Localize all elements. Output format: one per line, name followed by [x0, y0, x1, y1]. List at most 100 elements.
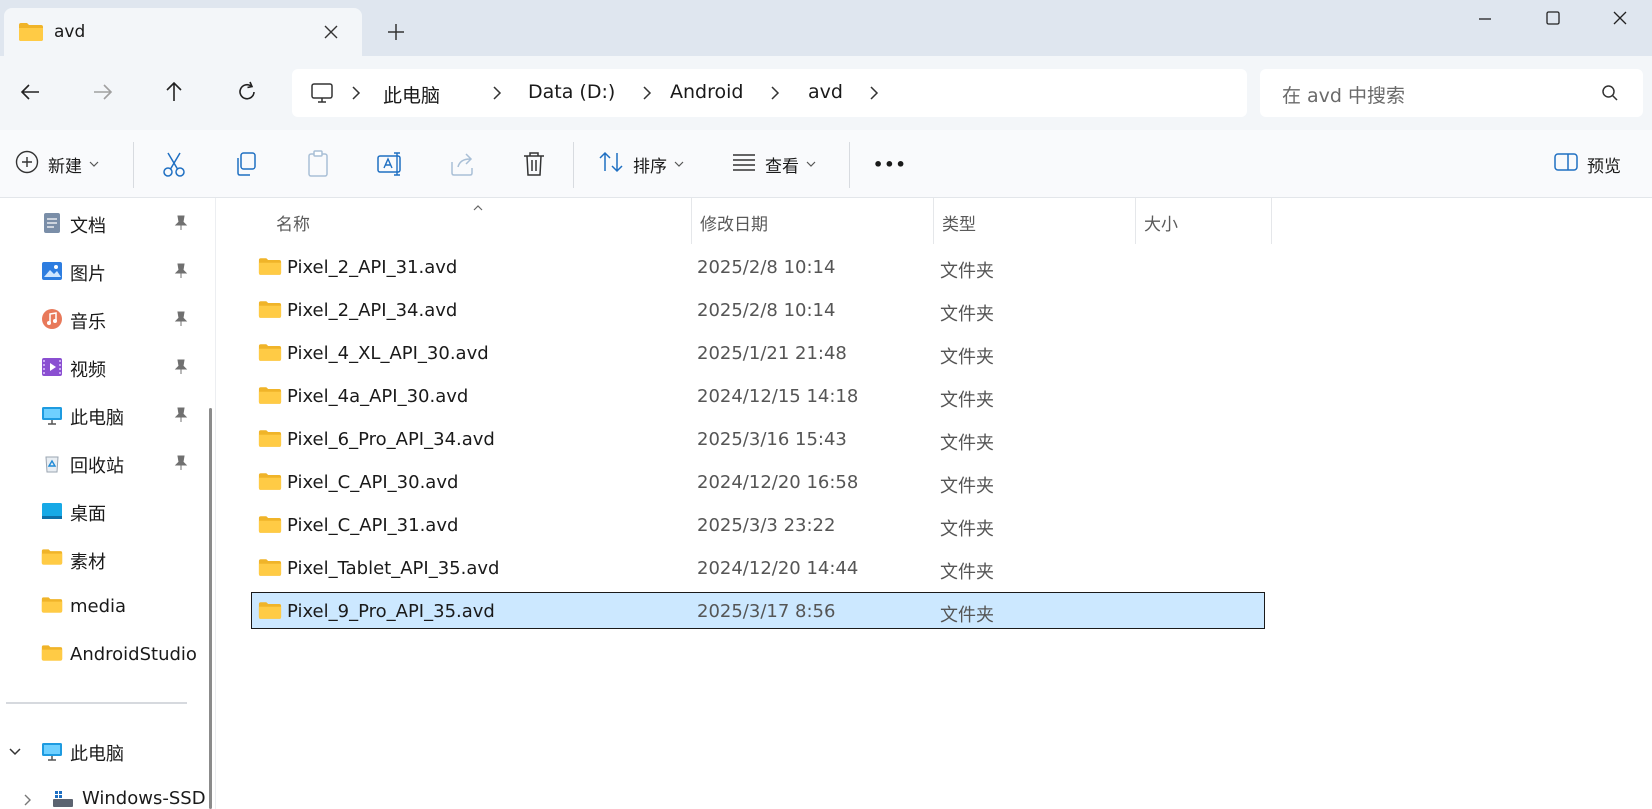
delete-icon[interactable] [518, 148, 550, 180]
search-input[interactable]: 在 avd 中搜索 [1282, 81, 1405, 108]
chevron-down-icon[interactable] [8, 744, 22, 763]
file-modified-date: 2025/2/8 10:14 [697, 300, 836, 321]
file-row[interactable]: Pixel_2_API_34.avd 2025/2/8 10:14 文件夹 [251, 291, 1265, 328]
new-tab-icon[interactable] [384, 20, 408, 44]
preview-button[interactable]: 预览 [1553, 144, 1621, 184]
pictures-icon [41, 260, 63, 282]
column-header-name[interactable]: 名称 [268, 198, 692, 244]
more-options-button[interactable]: ••• [873, 144, 907, 184]
file-row[interactable]: Pixel_C_API_31.avd 2025/3/3 23:22 文件夹 [251, 506, 1265, 543]
sidebar-item-sucai[interactable]: 素材 [0, 539, 200, 579]
paste-icon[interactable] [302, 148, 334, 180]
pin-icon[interactable] [174, 263, 188, 283]
search-box[interactable]: 在 avd 中搜索 [1260, 69, 1643, 117]
pin-icon[interactable] [174, 215, 188, 235]
navigation-pane: 文档 图片 音乐 视频 此电脑 回收站 桌面 素材 media AndroidS… [0, 198, 216, 809]
file-type: 文件夹 [940, 476, 994, 497]
sidebar-item-androidstudio[interactable]: AndroidStudio [0, 635, 200, 675]
sidebar-item-pictures[interactable]: 图片 [0, 251, 200, 291]
column-header-size[interactable]: 大小 [1136, 198, 1272, 244]
minimize-icon[interactable] [1462, 6, 1508, 40]
sidebar-item-documents[interactable]: 文档 [0, 203, 200, 243]
chevron-down-icon [673, 155, 685, 174]
new-button[interactable]: 新建 [14, 144, 100, 184]
chevron-right-icon[interactable] [487, 83, 507, 103]
file-row[interactable]: Pixel_Tablet_API_35.avd 2024/12/20 14:44 文… [251, 549, 1265, 586]
file-name: Pixel_C_API_31.avd [287, 515, 459, 536]
breadcrumb-avd[interactable]: avd [808, 81, 843, 103]
pin-icon[interactable] [174, 407, 188, 427]
view-button[interactable]: 查看 [731, 144, 817, 184]
new-label: 新建 [48, 156, 82, 177]
tree-item-windows-ssd[interactable]: Windows-SSD [0, 779, 206, 809]
close-window-icon[interactable] [1597, 6, 1643, 40]
cut-icon[interactable] [158, 148, 190, 180]
file-type: 文件夹 [940, 304, 994, 325]
chevron-right-icon[interactable] [346, 83, 366, 103]
file-row[interactable]: Pixel_2_API_31.avd 2025/2/8 10:14 文件夹 [251, 248, 1265, 285]
sidebar-item-media[interactable]: media [0, 587, 200, 627]
file-list: 名称 修改日期 类型 大小 Pixel_2_API_31.avd 2025/2/8… [216, 198, 1652, 809]
folder-icon [258, 558, 282, 581]
file-name: Pixel_4_XL_API_30.avd [287, 343, 489, 364]
pin-icon[interactable] [174, 455, 188, 475]
sidebar-scrollbar-thumb[interactable] [209, 408, 212, 809]
sidebar-item-music[interactable]: 音乐 [0, 299, 200, 339]
column-header-date[interactable]: 修改日期 [692, 198, 934, 244]
recycle-bin-icon [41, 452, 63, 474]
maximize-icon[interactable] [1530, 6, 1576, 40]
sidebar-item-this-pc[interactable]: 此电脑 [0, 395, 200, 435]
up-arrow-icon[interactable] [156, 74, 192, 110]
breadcrumb-data-drive[interactable]: Data (D:) [528, 81, 615, 103]
file-row[interactable]: Pixel_C_API_30.avd 2024/12/20 16:58 文件夹 [251, 463, 1265, 500]
folder-icon [258, 343, 282, 366]
refresh-icon[interactable] [229, 74, 265, 110]
back-arrow-icon[interactable] [13, 74, 49, 110]
file-row[interactable]: Pixel_6_Pro_API_34.avd 2025/3/16 15:43 文件夹 [251, 420, 1265, 457]
file-modified-date: 2025/2/8 10:14 [697, 257, 836, 278]
column-header-label: 类型 [942, 215, 976, 235]
file-row[interactable]: Pixel_9_Pro_API_35.avd 2025/3/17 8:56 文件夹 [251, 592, 1265, 629]
chevron-down-icon [88, 155, 100, 174]
file-type: 文件夹 [940, 433, 994, 454]
file-name: Pixel_4a_API_30.avd [287, 386, 469, 407]
sidebar-item-desktop[interactable]: 桌面 [0, 491, 200, 531]
tree-item-this-pc[interactable]: 此电脑 [0, 731, 200, 771]
folder-icon [258, 386, 282, 409]
copy-icon[interactable] [230, 148, 262, 180]
close-tab-icon[interactable] [320, 21, 342, 43]
search-icon[interactable] [1600, 83, 1620, 107]
view-list-icon [731, 151, 757, 177]
monitor-icon[interactable] [310, 81, 334, 109]
file-modified-date: 2025/3/16 15:43 [697, 429, 847, 450]
pin-icon[interactable] [174, 311, 188, 331]
divider [849, 142, 850, 188]
breadcrumb-android[interactable]: Android [670, 81, 743, 103]
folder-icon [41, 644, 63, 666]
forward-arrow-icon[interactable] [84, 74, 120, 110]
chevron-right-icon[interactable] [20, 792, 34, 809]
divider [133, 142, 134, 188]
tab-avd[interactable]: avd [4, 8, 362, 56]
sidebar-item-videos[interactable]: 视频 [0, 347, 200, 387]
chevron-right-icon[interactable] [637, 83, 657, 103]
preview-pane-icon [1553, 151, 1579, 177]
file-name: Pixel_2_API_34.avd [287, 300, 458, 321]
sort-icon [597, 149, 625, 179]
sidebar-item-recycle-bin[interactable]: 回收站 [0, 443, 200, 483]
file-row[interactable]: Pixel_4_XL_API_30.avd 2025/1/21 21:48 文件夹 [251, 334, 1265, 371]
column-resize-handle[interactable] [1271, 198, 1272, 244]
documents-icon [41, 212, 63, 234]
pin-icon[interactable] [174, 359, 188, 379]
file-type: 文件夹 [940, 562, 994, 583]
sort-label: 排序 [633, 156, 667, 177]
address-bar[interactable]: 此电脑 Data (D:) Android avd [292, 69, 1247, 117]
sort-button[interactable]: 排序 [597, 144, 685, 184]
chevron-right-icon[interactable] [864, 83, 884, 103]
column-header-type[interactable]: 类型 [934, 198, 1136, 244]
file-row[interactable]: Pixel_4a_API_30.avd 2024/12/15 14:18 文件夹 [251, 377, 1265, 414]
share-icon[interactable] [446, 148, 478, 180]
chevron-right-icon[interactable] [765, 83, 785, 103]
rename-icon[interactable] [374, 148, 406, 180]
breadcrumb-this-pc[interactable]: 此电脑 [383, 81, 440, 108]
